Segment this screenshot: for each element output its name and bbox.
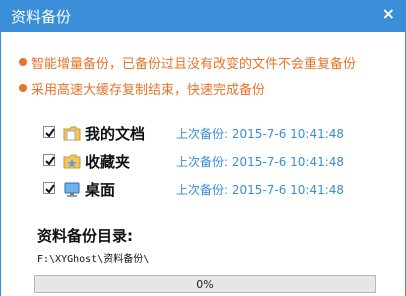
bullet-icon bbox=[19, 58, 27, 66]
item-name: 桌面 bbox=[85, 181, 116, 199]
note-text: 采用高速大缓存复制结束，快速完成备份 bbox=[31, 83, 266, 98]
backup-item-favorites[interactable]: 收藏夹 上次备份: 2015-7-6 10:41:48 bbox=[43, 151, 383, 171]
favorites-folder-icon bbox=[63, 154, 81, 169]
backup-dir-label: 资料备份目录: bbox=[37, 227, 133, 245]
progress-bar: 0% bbox=[34, 275, 376, 293]
checkbox-documents[interactable] bbox=[43, 126, 55, 138]
backup-dir-path: F:\XYGhost\资料备份\ bbox=[37, 254, 150, 265]
backup-item-documents[interactable]: 我的文档 上次备份: 2015-7-6 10:41:48 bbox=[43, 123, 383, 143]
item-name: 收藏夹 bbox=[85, 153, 131, 171]
checkbox-favorites[interactable] bbox=[43, 154, 55, 166]
backup-dialog: 资料备份 × 智能增量备份，已备份过且没有改变的文件不会重复备份 采用高速大缓存… bbox=[0, 0, 406, 296]
note-text: 智能增量备份，已备份过且没有改变的文件不会重复备份 bbox=[31, 57, 357, 72]
item-name: 我的文档 bbox=[85, 125, 146, 143]
backup-item-desktop[interactable]: 桌面 上次备份: 2015-7-6 10:41:48 bbox=[43, 179, 383, 199]
progress-text: 0% bbox=[196, 278, 214, 291]
item-last-backup: 上次备份: 2015-7-6 10:41:48 bbox=[176, 155, 345, 169]
item-last-backup: 上次备份: 2015-7-6 10:41:48 bbox=[176, 127, 345, 141]
title-bar[interactable]: 资料备份 × bbox=[1, 0, 405, 32]
bullet-icon bbox=[19, 84, 27, 92]
documents-folder-icon bbox=[63, 126, 81, 141]
desktop-icon bbox=[64, 182, 80, 197]
item-last-backup: 上次备份: 2015-7-6 10:41:48 bbox=[176, 183, 345, 197]
checkbox-desktop[interactable] bbox=[43, 182, 55, 194]
window-title: 资料备份 bbox=[11, 8, 72, 26]
note-incremental: 智能增量备份，已备份过且没有改变的文件不会重复备份 bbox=[19, 53, 357, 72]
close-icon[interactable]: × bbox=[382, 4, 395, 23]
note-cache: 采用高速大缓存复制结束，快速完成备份 bbox=[19, 79, 266, 98]
